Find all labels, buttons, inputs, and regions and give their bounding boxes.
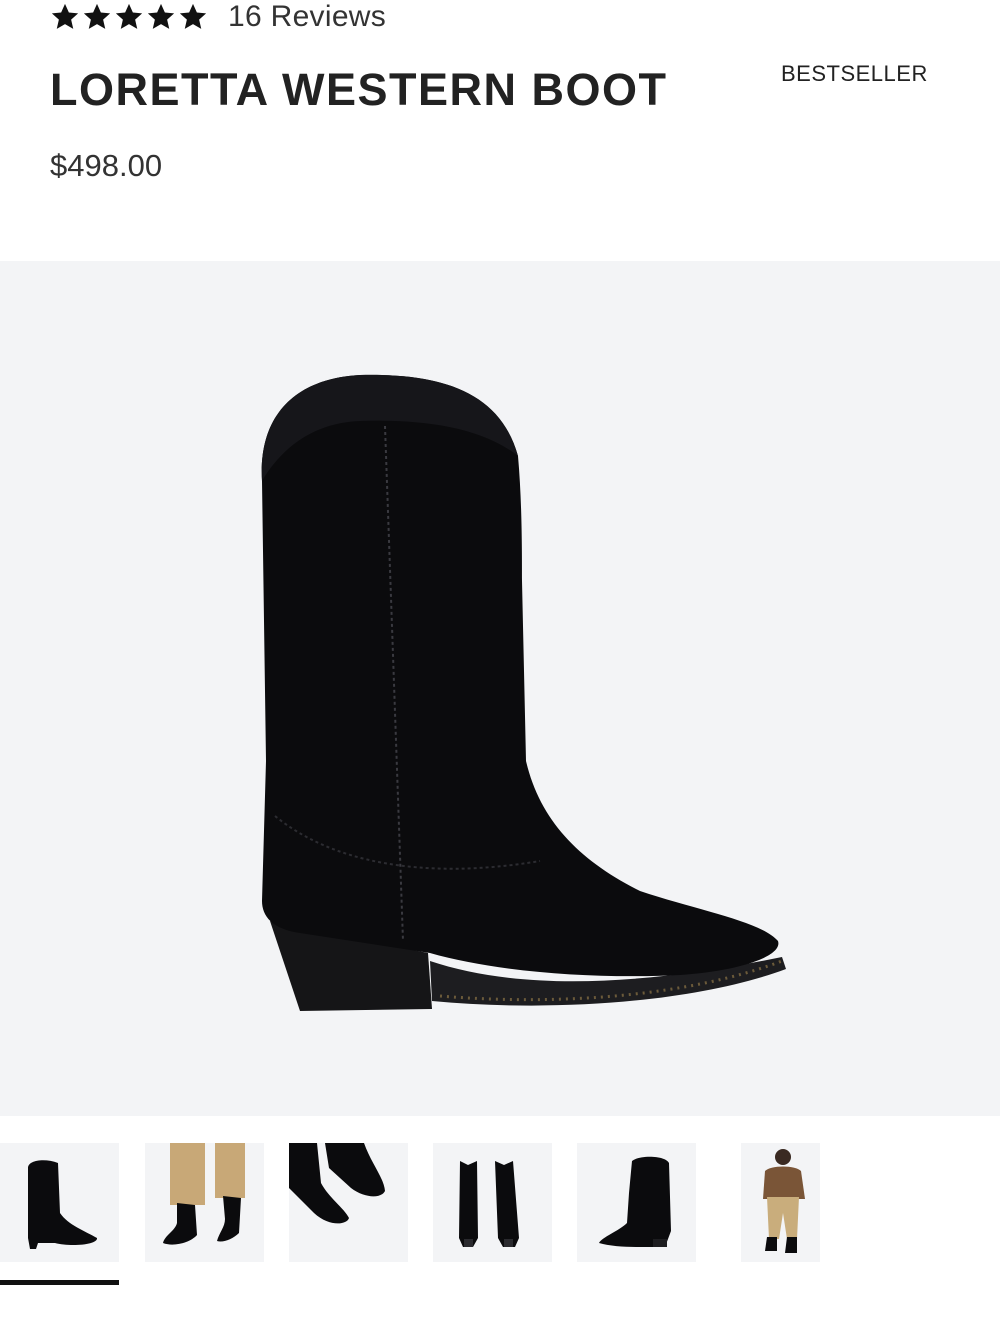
thumbnail-3[interactable] (289, 1143, 408, 1262)
thumbnail-6[interactable] (741, 1143, 820, 1262)
reviews-link[interactable]: 16 Reviews (228, 0, 386, 34)
product-price: $498.00 (50, 148, 163, 183)
star-icon (115, 3, 143, 29)
thumbnail-5[interactable] (577, 1143, 696, 1262)
rating-row[interactable]: 16 Reviews (50, 0, 386, 34)
boot-toe-closeup-thumbnail (289, 1143, 385, 1224)
thumbnail-1[interactable] (0, 1143, 119, 1262)
active-thumbnail-indicator (0, 1280, 119, 1285)
star-icon (83, 3, 111, 29)
product-title: LORETTA WESTERN BOOT (50, 64, 668, 115)
boot-side-view-thumbnail (28, 1160, 98, 1249)
black-suede-western-boot-image (261, 374, 786, 1011)
star-icon (51, 3, 79, 29)
boot-pair-back-view-thumbnail (459, 1161, 519, 1247)
boots-worn-with-khaki-pants-thumbnail (163, 1143, 245, 1245)
thumbnail-strip (0, 1143, 1000, 1263)
thumbnail-2[interactable] (145, 1143, 264, 1262)
boot-front-angle-thumbnail (599, 1156, 671, 1247)
star-icon (179, 3, 207, 29)
thumbnail-4[interactable] (433, 1143, 552, 1262)
main-product-image[interactable] (0, 261, 1000, 1116)
star-rating (50, 2, 208, 32)
star-icon (147, 3, 175, 29)
model-full-outfit-thumbnail (763, 1149, 805, 1253)
bestseller-badge: BESTSELLER (781, 61, 928, 86)
